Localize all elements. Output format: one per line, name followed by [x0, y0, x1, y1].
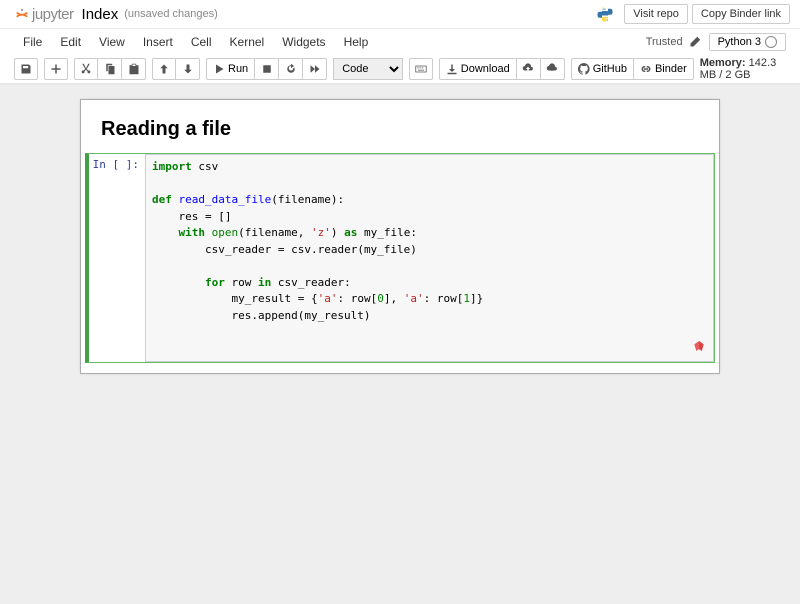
menu-item-help[interactable]: Help	[335, 32, 378, 52]
restart-button[interactable]	[279, 58, 303, 80]
cut-button[interactable]	[74, 58, 98, 80]
binder-button[interactable]: Binder	[634, 58, 694, 80]
restart-run-all-button[interactable]	[303, 58, 327, 80]
visit-repo-button[interactable]: Visit repo	[624, 4, 688, 24]
kernel-status-icon	[765, 36, 777, 48]
menu-bar: FileEditViewInsertCellKernelWidgetsHelp	[14, 32, 377, 52]
menu-item-cell[interactable]: Cell	[182, 32, 221, 52]
markdown-cell[interactable]: Reading a file	[81, 100, 719, 151]
notebook-container: Reading a file In [ ]: import csv def re…	[80, 99, 720, 374]
notebook-title[interactable]: Index	[82, 6, 119, 23]
stop-icon	[261, 63, 273, 75]
arrow-down-icon	[182, 63, 194, 75]
code-cell[interactable]: In [ ]: import csv def read_data_file(fi…	[85, 153, 715, 363]
markdown-heading: Reading a file	[101, 118, 699, 141]
menu-item-widgets[interactable]: Widgets	[273, 32, 334, 52]
cloud-upload-icon	[522, 63, 534, 75]
keyboard-icon	[415, 63, 427, 75]
move-down-button[interactable]	[176, 58, 200, 80]
kernel-name: Python 3	[718, 36, 761, 48]
logo-text: jupyter	[32, 6, 74, 23]
input-prompt: In [ ]:	[89, 154, 145, 362]
fast-forward-icon	[309, 63, 321, 75]
jupyter-icon	[14, 6, 30, 22]
toolbar: Run Code Download GitHub Binder Memory: …	[0, 54, 800, 84]
trusted-indicator[interactable]: Trusted	[646, 36, 683, 48]
menu-item-view[interactable]: View	[90, 32, 134, 52]
kernel-indicator[interactable]: Python 3	[709, 33, 786, 51]
pencil-icon[interactable]	[689, 36, 701, 48]
memory-indicator: Memory: 142.3 MB / 2 GB	[700, 57, 786, 81]
celltype-dropdown[interactable]: Code	[333, 58, 403, 80]
cut-icon	[80, 63, 92, 75]
github-icon	[578, 63, 590, 75]
link-icon	[640, 63, 652, 75]
download-button[interactable]: Download	[439, 58, 517, 80]
command-palette-button[interactable]	[409, 58, 433, 80]
run-button[interactable]: Run	[206, 58, 255, 80]
copy-button[interactable]	[98, 58, 122, 80]
cloud-upload-button[interactable]	[517, 58, 541, 80]
menu-item-edit[interactable]: Edit	[51, 32, 90, 52]
add-cell-button[interactable]	[44, 58, 68, 80]
kite-badge-icon	[691, 339, 707, 355]
paste-icon	[128, 63, 140, 75]
copy-icon	[104, 63, 116, 75]
code-input[interactable]: import csv def read_data_file(filename):…	[145, 154, 714, 362]
github-button[interactable]: GitHub	[571, 58, 634, 80]
play-icon	[213, 63, 225, 75]
save-status: (unsaved changes)	[124, 8, 218, 20]
cloud-download-button[interactable]	[541, 58, 565, 80]
stop-button[interactable]	[255, 58, 279, 80]
arrow-up-icon	[158, 63, 170, 75]
python-icon	[596, 5, 614, 23]
jupyter-logo[interactable]: jupyter	[14, 6, 74, 23]
restart-icon	[285, 63, 297, 75]
save-icon	[20, 63, 32, 75]
save-button[interactable]	[14, 58, 38, 80]
download-icon	[446, 63, 458, 75]
copy-binder-link-button[interactable]: Copy Binder link	[692, 4, 790, 24]
menu-item-kernel[interactable]: Kernel	[221, 32, 274, 52]
menu-item-insert[interactable]: Insert	[134, 32, 182, 52]
cloud-download-icon	[546, 63, 558, 75]
menu-item-file[interactable]: File	[14, 32, 51, 52]
paste-button[interactable]	[122, 58, 146, 80]
move-up-button[interactable]	[152, 58, 176, 80]
plus-icon	[50, 63, 62, 75]
